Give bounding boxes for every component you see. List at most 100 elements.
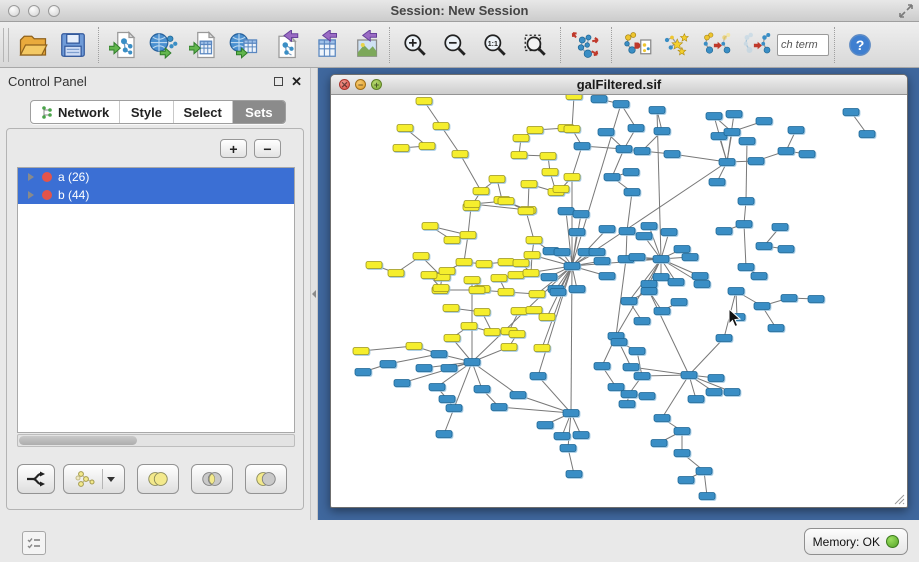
graph-node-selected[interactable] [421,272,437,279]
graph-node-selected[interactable] [509,331,525,338]
split-set-button[interactable] [17,464,55,494]
graph-node-selected[interactable] [397,125,413,132]
graph-edge[interactable] [612,149,624,177]
graph-edge[interactable] [746,141,747,201]
graph-node[interactable] [696,468,712,475]
float-panel-icon[interactable] [274,77,283,86]
graph-node-selected[interactable] [523,270,539,277]
graph-node[interactable] [634,373,650,380]
graph-node-selected[interactable] [511,152,527,159]
graph-node[interactable] [431,351,447,358]
graph-node[interactable] [537,422,553,429]
graph-node[interactable] [628,125,644,132]
graph-node-selected[interactable] [416,98,432,105]
graph-node[interactable] [464,359,480,366]
task-history-button[interactable] [22,531,46,555]
graph-node[interactable] [629,254,645,261]
graph-node[interactable] [574,143,590,150]
remove-set-button[interactable]: − [254,139,281,158]
open-session-button[interactable] [13,25,53,65]
graph-node-selected[interactable] [366,262,382,269]
graph-node[interactable] [653,256,669,263]
graph-node[interactable] [598,129,614,136]
graph-node[interactable] [569,229,585,236]
graph-edge[interactable] [566,211,572,266]
graph-node-selected[interactable] [452,151,468,158]
graph-node[interactable] [563,410,579,417]
graph-node[interactable] [491,404,507,411]
graph-node[interactable] [724,129,740,136]
graph-node-selected[interactable] [564,174,580,181]
graph-node-selected[interactable] [498,289,514,296]
graph-node-selected[interactable] [456,259,472,266]
graph-node[interactable] [589,249,605,256]
graph-node[interactable] [436,431,452,438]
zoom-out-button[interactable] [435,25,475,65]
graph-node-selected[interactable] [484,329,500,336]
graph-node-selected[interactable] [476,261,492,268]
graph-node[interactable] [692,273,708,280]
graph-node-selected[interactable] [511,308,527,315]
graph-node[interactable] [441,365,457,372]
graph-node-selected[interactable] [566,95,582,100]
graph-node-selected[interactable] [539,314,555,321]
graph-node[interactable] [654,308,670,315]
graph-node-selected[interactable] [529,291,545,298]
graph-edge[interactable] [526,211,534,240]
graph-node-selected[interactable] [498,198,514,205]
graph-node[interactable] [754,303,770,310]
network-minimize-button[interactable]: − [355,79,366,90]
sets-horizontal-scrollbar[interactable] [17,434,295,447]
graph-node[interactable] [641,281,657,288]
graph-node-selected[interactable] [353,348,369,355]
resize-grip-icon[interactable] [892,492,905,505]
graph-node-selected[interactable] [508,272,524,279]
graph-node[interactable] [654,128,670,135]
graph-node[interactable] [355,369,371,376]
graph-node[interactable] [439,396,455,403]
graph-node[interactable] [748,158,764,165]
import-network-from-file-button[interactable] [104,25,144,65]
tab-sets[interactable]: Sets [233,101,285,123]
graph-node[interactable] [843,109,859,116]
tab-select[interactable]: Select [174,101,233,123]
intersect-sets-button[interactable] [191,464,233,494]
zoom-actual-size-button[interactable]: 1:1 [475,25,515,65]
network-window-titlebar[interactable]: ✕ − + galFiltered.sif [331,75,907,95]
search-input[interactable] [777,34,829,56]
graph-edge[interactable] [460,154,481,191]
dropdown-caret-icon[interactable] [107,477,115,482]
graph-node-selected[interactable] [433,123,449,130]
graph-node[interactable] [621,298,637,305]
memory-status-button[interactable]: Memory: OK [804,528,908,555]
graph-node-selected[interactable] [542,169,558,176]
graph-node[interactable] [778,246,794,253]
graph-node[interactable] [726,111,742,118]
graph-node[interactable] [651,440,667,447]
graph-edge[interactable] [689,338,724,375]
graph-node-selected[interactable] [513,260,529,267]
graph-node[interactable] [768,325,784,332]
graph-node[interactable] [719,159,735,166]
graph-node-selected[interactable] [498,259,514,266]
graph-node[interactable] [380,361,396,368]
graph-node[interactable] [756,118,772,125]
graph-edge[interactable] [744,224,746,267]
union-sets-button[interactable] [137,464,179,494]
graph-node-selected[interactable] [433,285,449,292]
graph-node-selected[interactable] [444,237,460,244]
graph-node-selected[interactable] [564,126,580,133]
graph-node[interactable] [573,211,589,218]
network-close-button[interactable]: ✕ [339,79,350,90]
graph-node-selected[interactable] [521,181,537,188]
graph-node-selected[interactable] [489,176,505,183]
graph-node[interactable] [664,151,680,158]
graph-edge[interactable] [649,226,661,259]
help-button[interactable]: ? [840,25,880,65]
graph-edge[interactable] [572,259,661,266]
tab-style[interactable]: Style [120,101,173,123]
graph-node-selected[interactable] [388,270,404,277]
toolbar-drag-handle[interactable] [3,28,9,62]
graph-node[interactable] [446,405,462,412]
graph-node-selected[interactable] [443,305,459,312]
